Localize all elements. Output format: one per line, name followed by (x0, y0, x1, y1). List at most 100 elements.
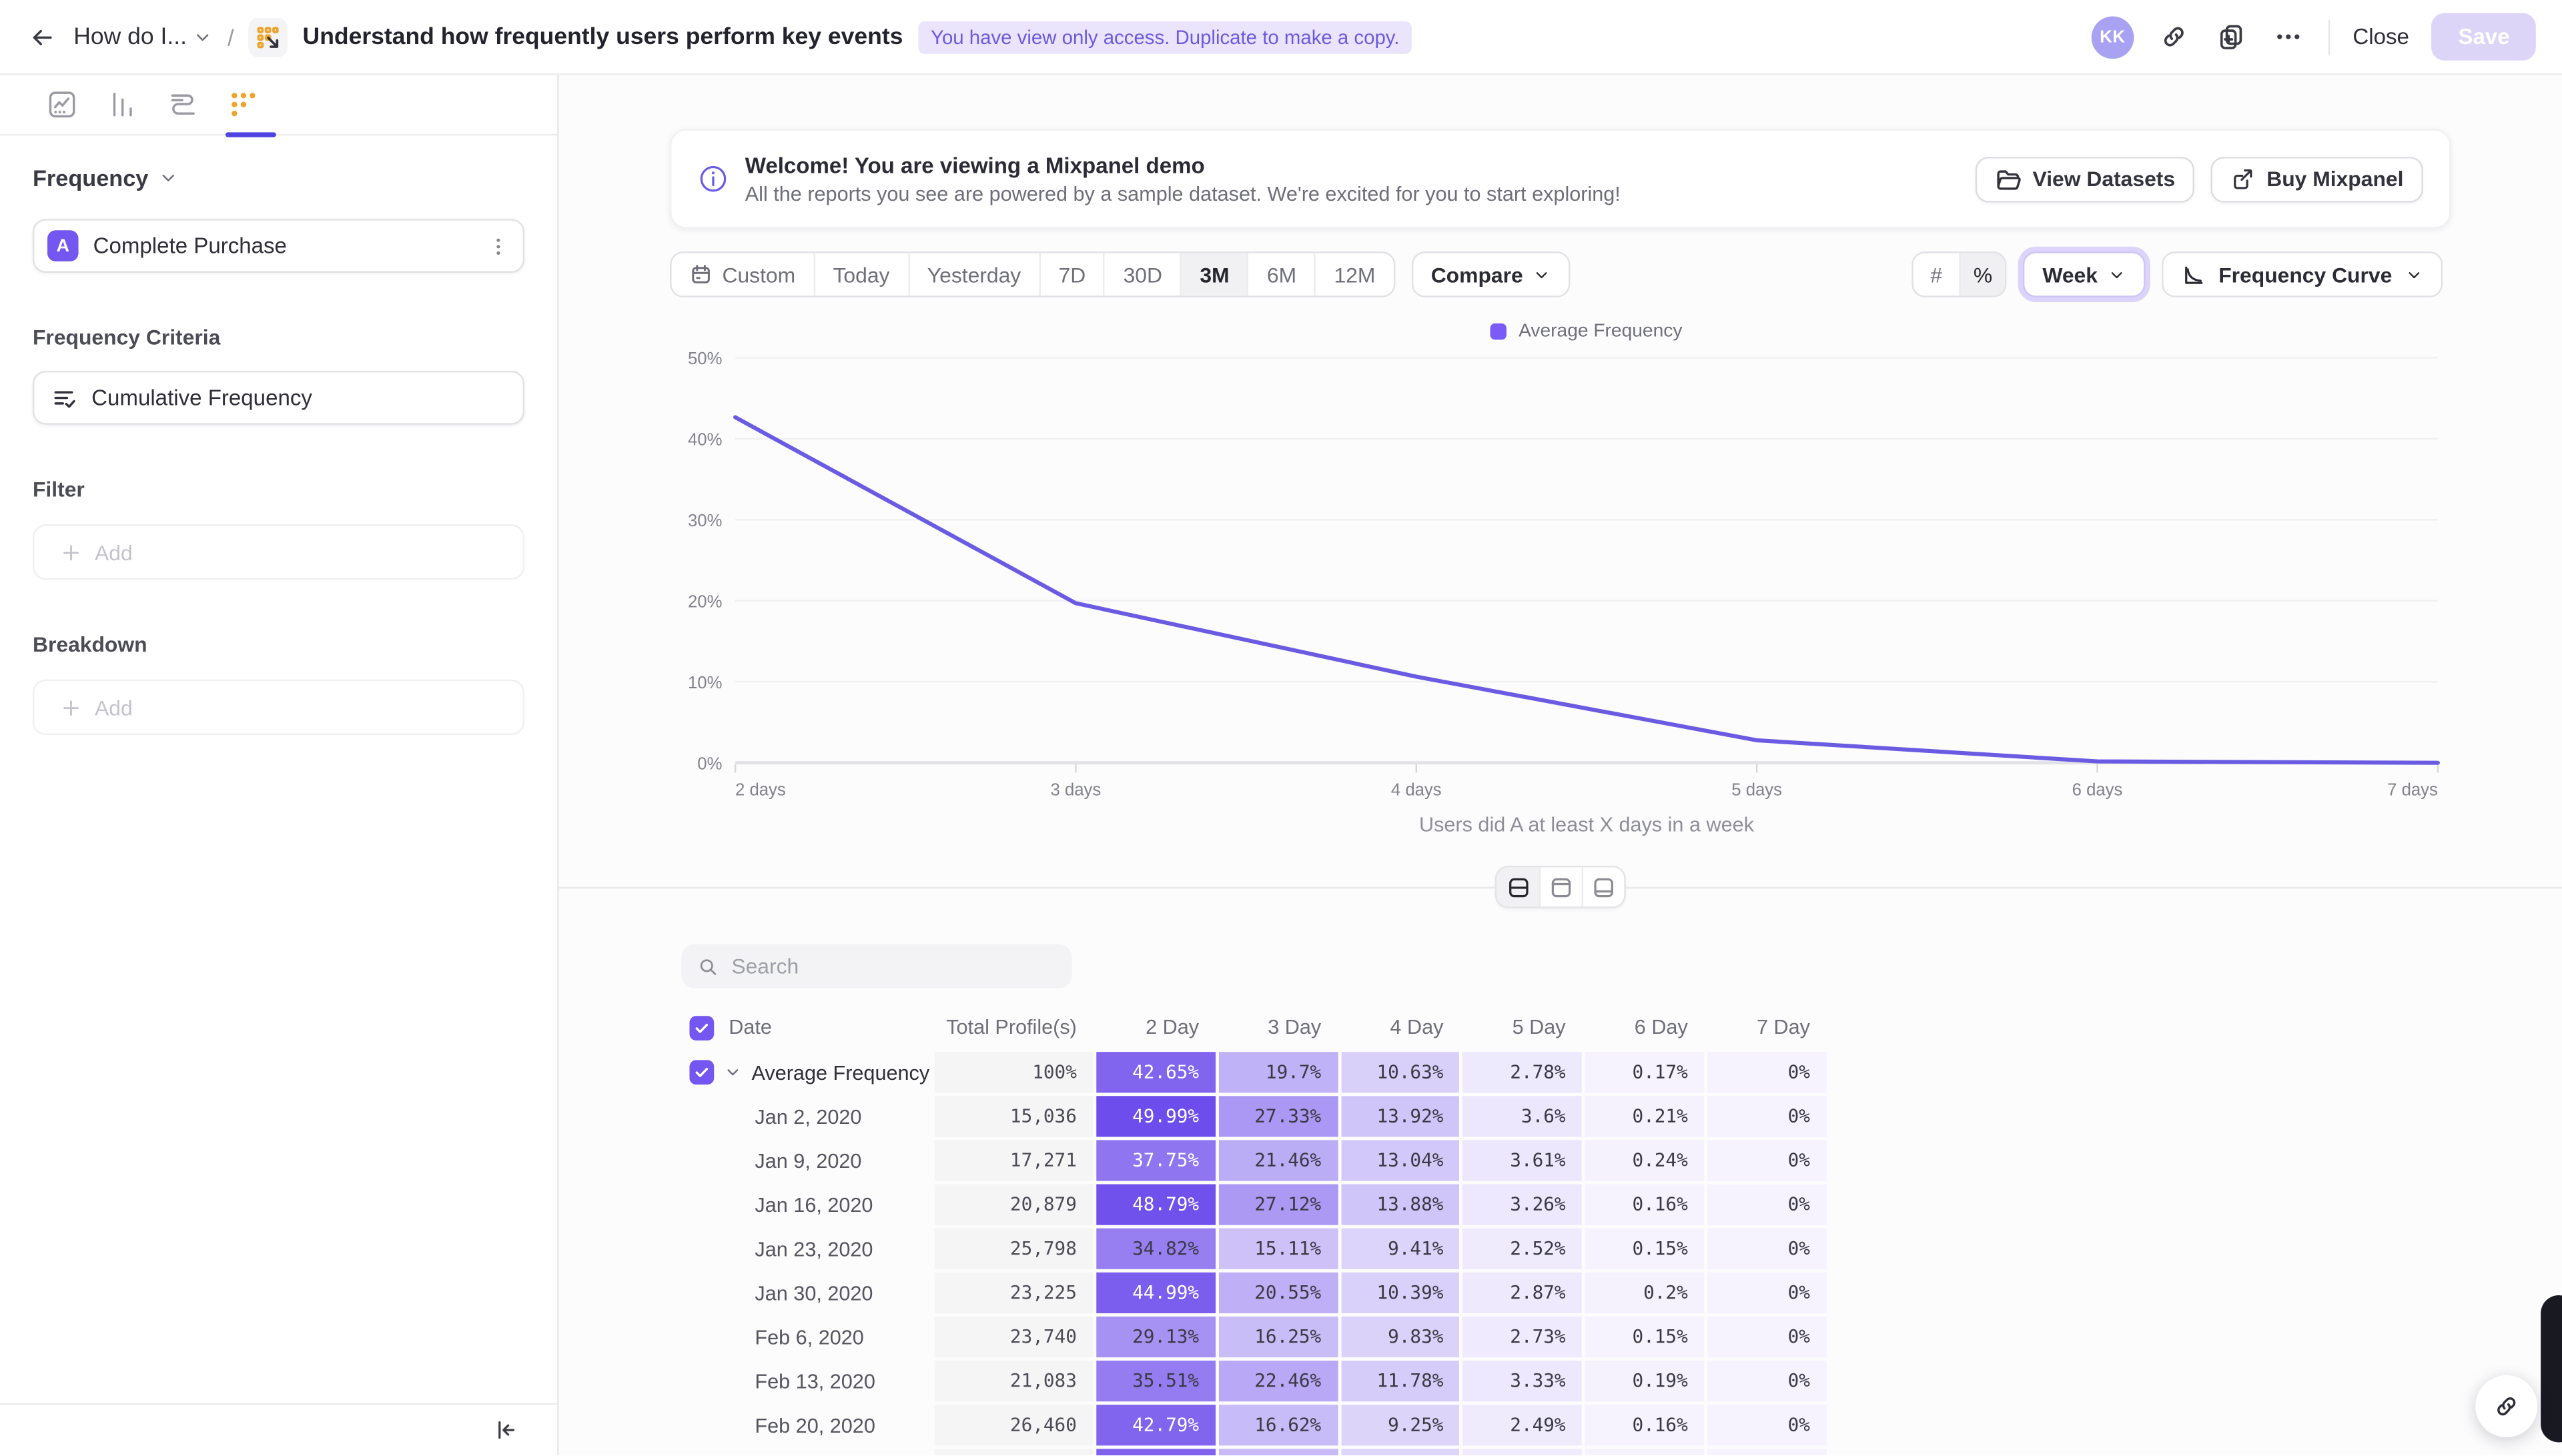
chat-widget-partial[interactable] (2541, 1295, 2562, 1442)
heatmap-cell: 2.52% (1463, 1229, 1582, 1269)
row-checkbox[interactable] (689, 1015, 714, 1040)
percent-toggle[interactable]: % (1959, 253, 2005, 296)
tab-insights[interactable] (46, 88, 79, 121)
date-option-30d[interactable]: 30D (1106, 253, 1182, 296)
heatmap-cell: 0.21% (1585, 1096, 1704, 1137)
chevron-down-icon (158, 168, 177, 187)
column-header-7-day[interactable]: 7 Day (1707, 1008, 1826, 1047)
heatmap-cell: 0.19% (1585, 1361, 1704, 1401)
column-header-4-day[interactable]: 4 Day (1341, 1008, 1460, 1047)
table-row[interactable]: Jan 9, 202017,27137.75%21.46%13.04%3.61%… (681, 1140, 1803, 1181)
row-label: Jan 23, 2020 (681, 1229, 931, 1269)
date-option-12m[interactable]: 12M (1316, 253, 1394, 296)
heatmap-cell: 11.78% (1341, 1361, 1460, 1401)
date-option-today[interactable]: Today (815, 253, 909, 296)
column-header-3-day[interactable]: 3 Day (1218, 1008, 1337, 1047)
plus-icon (61, 542, 82, 563)
duplicate-button[interactable] (2214, 19, 2248, 53)
table-row[interactable]: Average Frequency100%42.65%19.7%10.63%2.… (681, 1052, 1803, 1093)
frequency-section-toggle[interactable]: Frequency (33, 165, 524, 191)
table-row-partial[interactable] (681, 1449, 1803, 1455)
heatmap-cell: 9.83% (1341, 1317, 1460, 1357)
back-arrow-icon (29, 24, 55, 50)
frequency-icon (227, 88, 260, 121)
layout-table-view[interactable] (1582, 867, 1625, 906)
heatmap-cell (1463, 1449, 1582, 1455)
legend-label: Average Frequency (1519, 321, 1682, 341)
table-row[interactable]: Jan 2, 202015,03649.99%27.33%13.92%3.6%0… (681, 1096, 1803, 1137)
save-button[interactable]: Save (2432, 13, 2536, 61)
heatmap-cell: 0.2% (1585, 1273, 1704, 1313)
main-content: Welcome! You are viewing a Mixpanel demo… (559, 75, 2562, 1455)
svg-text:7 days: 7 days (2387, 781, 2438, 800)
folder-icon (1995, 166, 2021, 192)
more-options-button[interactable] (2271, 19, 2305, 53)
view-datasets-label: View Datasets (2033, 167, 2176, 191)
table-row[interactable]: Feb 6, 202023,74029.13%16.25%9.83%2.73%0… (681, 1317, 1803, 1357)
row-checkbox[interactable] (689, 1060, 714, 1084)
avatar[interactable]: KK (2092, 15, 2134, 58)
svg-text:4 days: 4 days (1391, 781, 1442, 800)
total-profiles-cell: 20,879 (935, 1185, 1094, 1225)
heatmap-cell: 0.24% (1585, 1140, 1704, 1181)
heatmap-cell: 0% (1707, 1317, 1826, 1357)
date-option-3m[interactable]: 3M (1182, 253, 1249, 296)
add-filter-button[interactable]: Add (33, 524, 524, 580)
buy-mixpanel-button[interactable]: Buy Mixpanel (2211, 156, 2423, 202)
add-breakdown-button[interactable]: Add (33, 680, 524, 735)
total-profiles-cell: 26,460 (935, 1405, 1094, 1445)
kebab-menu-icon[interactable] (487, 234, 510, 257)
chevron-down-icon (2405, 265, 2423, 283)
back-button[interactable] (26, 21, 59, 53)
table-row[interactable]: Feb 13, 202021,08335.51%22.46%11.78%3.33… (681, 1361, 1803, 1401)
heatmap-cell: 16.62% (1218, 1405, 1337, 1445)
frequency-criteria-select[interactable]: Cumulative Frequency (33, 371, 524, 425)
table-row[interactable]: Feb 20, 202026,46042.79%16.62%9.25%2.49%… (681, 1405, 1803, 1445)
table-search[interactable] (681, 944, 1072, 988)
expand-chevron-icon[interactable] (724, 1063, 742, 1081)
close-button[interactable]: Close (2353, 25, 2409, 49)
copy-link-button[interactable] (2157, 19, 2191, 53)
heatmap-cell: 3.26% (1463, 1185, 1582, 1225)
layout-split-view[interactable] (1497, 867, 1539, 906)
row-label: Average Frequency (681, 1052, 931, 1093)
chart-legend[interactable]: Average Frequency (735, 321, 2438, 341)
tab-flows[interactable] (167, 88, 199, 121)
date-option-yesterday[interactable]: Yesterday (909, 253, 1041, 296)
table-row[interactable]: Jan 30, 202023,22544.99%20.55%10.39%2.87… (681, 1273, 1803, 1313)
layout-chart-view[interactable] (1539, 867, 1582, 906)
tab-funnels[interactable] (106, 88, 139, 121)
chart-type-dropdown[interactable]: Frequency Curve (2162, 251, 2443, 297)
svg-text:20%: 20% (688, 593, 722, 612)
table-row[interactable]: Jan 16, 202020,87948.79%27.12%13.88%3.26… (681, 1185, 1803, 1225)
ellipsis-icon (2274, 23, 2302, 51)
floating-link-button[interactable] (2475, 1375, 2537, 1437)
date-option-7d[interactable]: 7D (1041, 253, 1106, 296)
event-row-complete-purchase[interactable]: A Complete Purchase (33, 219, 524, 273)
column-header-5-day[interactable]: 5 Day (1463, 1008, 1582, 1047)
table-row[interactable]: Jan 23, 202025,79834.82%15.11%9.41%2.52%… (681, 1229, 1803, 1269)
search-input[interactable] (731, 954, 1055, 978)
heatmap-cell (1707, 1449, 1826, 1455)
date-option-custom[interactable]: Custom (672, 253, 815, 296)
view-only-pill[interactable]: You have view only access. Duplicate to … (917, 21, 1412, 53)
svg-text:30%: 30% (688, 512, 722, 530)
view-datasets-button[interactable]: View Datasets (1976, 156, 2195, 202)
date-option-6m[interactable]: 6M (1249, 253, 1316, 296)
calendar-icon (689, 263, 712, 285)
compare-button[interactable]: Compare (1411, 251, 1570, 297)
frequency-chart[interactable]: 50%40%30%20%10%0%2 days3 days4 days5 day… (640, 341, 2454, 815)
collapse-sidebar-icon[interactable] (494, 1418, 518, 1443)
chart-type-value: Frequency Curve (2218, 262, 2392, 287)
column-header-date[interactable]: Date (681, 1008, 931, 1047)
heatmap-cell: 0% (1707, 1405, 1826, 1445)
total-profiles-cell: 100% (935, 1052, 1094, 1093)
column-header-2-day[interactable]: 2 Day (1096, 1008, 1215, 1047)
svg-text:10%: 10% (688, 674, 722, 692)
column-header-total-profile-s-[interactable]: Total Profile(s) (935, 1008, 1094, 1047)
interval-dropdown[interactable]: Week (2023, 251, 2145, 297)
breadcrumb[interactable]: How do I... (73, 24, 213, 50)
column-header-6-day[interactable]: 6 Day (1585, 1008, 1704, 1047)
absolute-numbers-toggle[interactable]: # (1913, 253, 1960, 296)
tab-frequency[interactable] (227, 88, 260, 121)
